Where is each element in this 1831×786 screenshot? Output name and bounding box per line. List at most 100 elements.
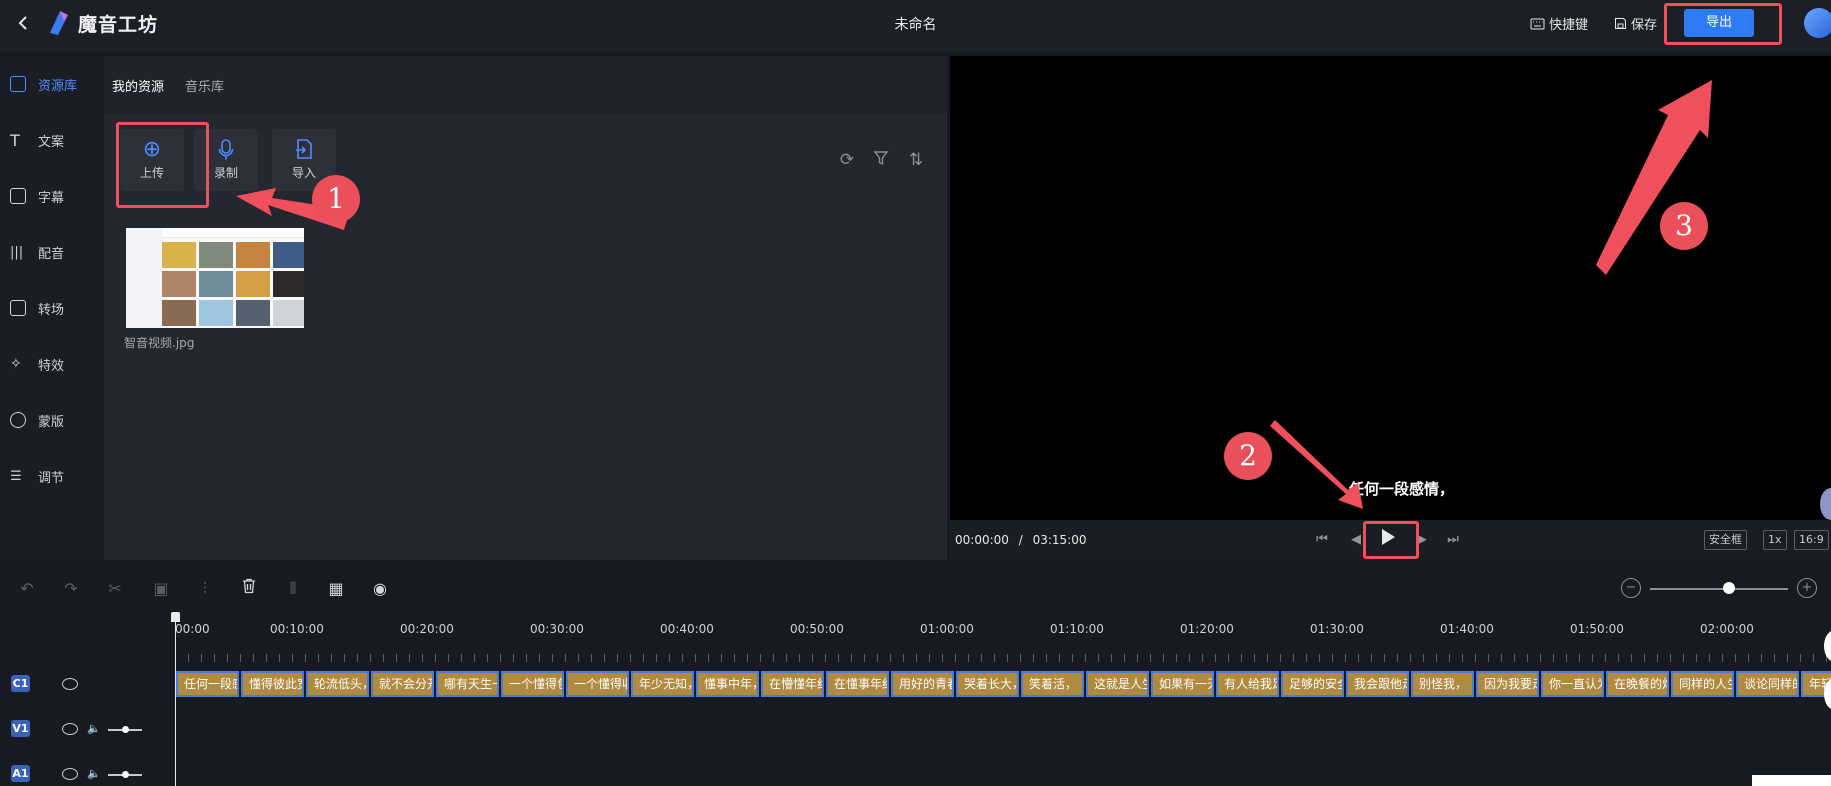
caption-clip[interactable]: 哭着长大， [956,671,1019,697]
ruler-label: 01:50:00 [1570,622,1624,636]
sidebar-item-text[interactable]: T 文案 [10,125,64,155]
track-label-c1: C1 [11,675,30,692]
freeze-icon[interactable]: ⦀ [282,578,304,600]
ruler-ticks [175,654,1831,662]
caption-clip[interactable]: 足够的安全 [1281,671,1344,697]
ruler-label: 01:20:00 [1180,622,1234,636]
cut-icon[interactable]: ✂ [104,578,126,600]
sidebar-item-adjust[interactable]: ☰ 调节 [10,461,64,491]
playhead[interactable] [175,614,176,786]
zoom-slider-track[interactable] [1650,588,1788,590]
import-icon [272,138,336,162]
adjust-icon: ☰ [10,468,22,484]
caption-clip[interactable]: 一个懂得收 [566,671,629,697]
zoom-slider-handle[interactable] [1723,582,1735,594]
caption-clip[interactable]: 在懵懂年纪 [761,671,824,697]
volume-slider-handle[interactable] [122,726,129,733]
eye-icon[interactable] [62,723,78,735]
safe-frame-button[interactable]: 安全框 [1704,530,1747,550]
step-marker-1: 1 [312,175,360,223]
hide-icon[interactable]: ◉ [369,578,391,600]
speed-button[interactable]: 1x [1763,530,1787,550]
media-file-name: 智音视频.jpg [124,336,195,350]
refresh-icon[interactable]: ⟳ [837,150,857,170]
split-icon[interactable]: ⫶ [194,578,216,600]
aspect-ratio-button[interactable]: 16:9 [1794,530,1829,550]
caption-clip[interactable]: 就不会分开 [371,671,434,697]
volume-slider-handle[interactable] [122,771,129,778]
highlight-box-play [1363,521,1419,559]
zoom-out-button[interactable]: − [1621,578,1641,598]
sidebar-item-subtitle[interactable]: 字幕 [10,181,64,211]
caption-clip[interactable]: 在晚餐的灯 [1606,671,1669,697]
edge-panel [1752,775,1831,786]
media-thumbnail[interactable] [126,228,304,328]
caption-clip[interactable]: 谈论同样的 [1736,671,1799,697]
caption-clip[interactable]: 在懂事年纪 [826,671,889,697]
eye-icon[interactable] [62,678,78,690]
caption-clip[interactable]: 哪有天生一 [436,671,499,697]
save-button[interactable]: 保存 [1614,14,1657,33]
caption-clip[interactable]: 任何一段感 [176,671,239,697]
sidebar-item-label: 资源库 [38,78,78,94]
filter-icon[interactable] [871,150,891,170]
delete-icon[interactable] [238,578,260,600]
undo-icon[interactable]: ↶ [16,578,38,600]
caption-clip[interactable]: 懂得彼此宽 [241,671,304,697]
caption-clip[interactable]: 这就是人生 [1086,671,1149,697]
resource-panel: 我的资源 音乐库 ⊕ 上传 录制 导入 ⟳ ⇅ 智音视频.jpg [104,56,947,560]
ruler-label: 00:50:00 [790,622,844,636]
sidebar-item-mask[interactable]: 蒙版 [10,405,64,435]
sidebar-item-label: 蒙版 [38,414,65,430]
redo-icon[interactable]: ↷ [60,578,82,600]
tab-my-resources[interactable]: 我的资源 [112,76,164,95]
ruler-label: 01:10:00 [1050,622,1104,636]
sidebar-item-effects[interactable]: ✧ 特效 [10,349,64,379]
shortcut-label: 快捷键 [1549,18,1589,33]
timeline-ruler[interactable]: 00:00 00:10:00 00:20:00 00:30:00 00:40:0… [175,612,1831,662]
avatar[interactable] [1804,8,1831,38]
sidebar-item-transition[interactable]: 转场 [10,293,64,323]
frame-icon[interactable]: ▦ [325,578,347,600]
sidebar-item-dubbing[interactable]: ||| 配音 [10,237,64,267]
skip-start-icon[interactable]: ⏮ [1312,530,1332,550]
resource-tabs: 我的资源 音乐库 [104,56,947,114]
caption-clip[interactable]: 年少无知， [631,671,694,697]
caption-clip[interactable]: 如果有一天 [1151,671,1214,697]
step-marker-3: 3 [1660,202,1708,250]
caption-clip[interactable]: 因为我要走 [1476,671,1539,697]
caption-clip[interactable]: 懂事中年， [696,671,759,697]
caption-clip[interactable]: 一个懂得包 [501,671,564,697]
sidebar-item-label: 转场 [38,302,65,318]
tab-music-library[interactable]: 音乐库 [185,76,224,95]
crop-icon[interactable]: ▣ [150,578,172,600]
caption-clip[interactable]: 我会跟他走 [1346,671,1409,697]
caption-clip[interactable]: 用好的青春 [891,671,954,697]
ruler-label: 01:30:00 [1310,622,1364,636]
caption-clip[interactable]: 有人给我足 [1216,671,1279,697]
subtitle-icon [10,188,26,204]
sidebar-item-label: 配音 [38,246,65,262]
save-icon [1615,18,1626,29]
zoom-in-button[interactable]: + [1797,578,1817,598]
speaker-icon[interactable]: 🔈 [87,723,101,735]
ruler-label: 00:40:00 [660,622,714,636]
caption-track[interactable]: 任何一段感 懂得彼此宽 轮流低头， 就不会分开 哪有天生一 一个懂得包 一个懂得… [176,671,1831,697]
shortcut-button[interactable]: 快捷键 [1530,14,1588,33]
skip-end-icon[interactable]: ⏭ [1443,530,1463,550]
caption-clip[interactable]: 别怪我， [1411,671,1474,697]
time-display: 00:00:00 / 03:15:00 [955,533,1087,547]
track-label-a1: A1 [11,765,30,782]
video-preview[interactable] [950,56,1831,520]
caption-clip[interactable]: 轮流低头， [306,671,369,697]
ruler-label: 02:00:00 [1700,622,1754,636]
caption-clip[interactable]: 同样的人生 [1671,671,1734,697]
sidebar-item-library[interactable]: 资源库 [10,69,77,99]
highlight-box-upload [116,122,209,208]
speaker-icon[interactable]: 🔈 [87,768,101,780]
caption-clip[interactable]: 笑着活， [1021,671,1084,697]
current-time: 00:00:00 [955,533,1009,547]
eye-icon[interactable] [62,768,78,780]
sort-icon[interactable]: ⇅ [906,150,926,170]
caption-clip[interactable]: 你一直认为 [1541,671,1604,697]
